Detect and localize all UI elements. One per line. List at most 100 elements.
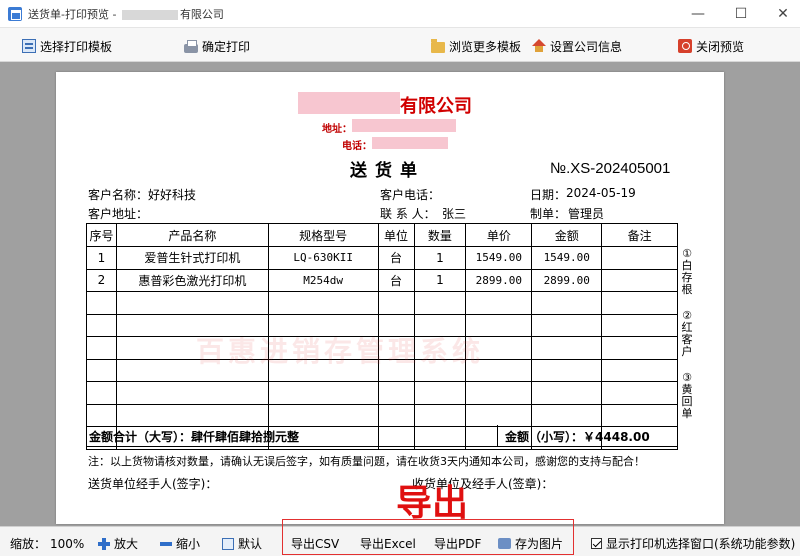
totals-row: 金额合计（大写）：肆仟肆佰肆拾捌元整 金额（小写）：￥4448.00: [86, 425, 678, 447]
phone-label: 电话：: [342, 141, 372, 152]
close-preview-label: 关闭预览: [696, 39, 745, 54]
document-number: №.XS-202405001: [550, 160, 671, 177]
confirm-print-button[interactable]: 确定打印: [184, 37, 250, 55]
show-printer-dialog-checkbox[interactable]: 显示打印机选择窗口(系统功能参数): [591, 535, 795, 552]
contact-label: 联 系 人：: [380, 207, 436, 221]
table-row-empty: [86, 381, 678, 405]
plus-icon: [98, 537, 110, 550]
customer-name: 好好科技: [148, 188, 197, 202]
total-upper: 金额合计（大写）：肆仟肆佰肆拾捌元整: [89, 428, 299, 445]
table-row: 2 惠普彩色激光打印机 M254dw 台 1 2899.00 2899.00: [86, 268, 678, 292]
table-cell: 1: [413, 246, 467, 270]
folder-icon: [431, 38, 445, 53]
window-title-prefix: 送货单-打印预览 -: [28, 8, 120, 21]
default-icon: [222, 537, 234, 550]
default-zoom-button[interactable]: 默认: [222, 535, 262, 552]
address-label: 地址：: [322, 124, 352, 135]
window-title: 送货单-打印预览 - 有限公司: [28, 6, 224, 22]
column-header: 备注: [601, 223, 678, 247]
printer-icon: [184, 39, 198, 53]
confirm-print-label: 确定打印: [202, 39, 251, 54]
divider: [497, 425, 498, 446]
date-label: 日期：: [530, 188, 567, 202]
copy-white-label: ①白存根: [681, 247, 693, 296]
sender-signature: 送货单位经手人(签字)：: [88, 477, 218, 491]
total-lower: 金额（小写）：￥4448.00: [505, 428, 650, 445]
column-header: 单位: [377, 223, 415, 247]
zoom-out-button[interactable]: 缩小: [160, 535, 200, 552]
table-cell: 1: [86, 246, 117, 270]
column-header: 产品名称: [115, 223, 269, 247]
table-cell: [601, 246, 678, 270]
close-preview-button[interactable]: 关闭预览: [678, 37, 744, 55]
table-header-row: 序号 产品名称 规格型号 单位 数量 单价 金额 备注: [86, 223, 678, 247]
copy-yellow-label: ③黄回单: [681, 371, 693, 420]
browse-templates-label: 浏览更多模板: [449, 39, 522, 54]
select-template-label: 选择打印模板: [40, 39, 113, 54]
customer-phone-label: 客户电话：: [380, 188, 441, 202]
checkbox-checked[interactable]: [591, 538, 602, 549]
customer-name-label: 客户名称：: [88, 188, 149, 202]
company-info-button[interactable]: 设置公司信息: [532, 37, 622, 55]
redacted-block: [121, 10, 178, 20]
total-upper-value: 肆仟肆佰肆拾捌元整: [191, 430, 300, 444]
date-value: 2024-05-19: [566, 186, 636, 200]
table-cell: 1549.00: [531, 246, 603, 270]
zoom-in-label: 放大: [114, 537, 139, 551]
table-cell: LQ-630KII: [267, 246, 379, 270]
export-highlight-box: [282, 519, 574, 555]
copy-red-label: ②红客户: [681, 309, 693, 358]
column-header: 单价: [465, 223, 533, 247]
home-icon: [532, 39, 546, 53]
table-cell: 惠普彩色激光打印机: [115, 268, 269, 292]
total-lower-value: ￥4448.00: [583, 430, 650, 444]
export-annotation: 导出: [396, 483, 469, 524]
power-icon: [678, 39, 692, 53]
default-label: 默认: [238, 537, 263, 551]
select-template-button[interactable]: 选择打印模板: [22, 37, 112, 55]
minimize-button[interactable]: —: [686, 4, 710, 24]
table-row-empty: [86, 403, 678, 427]
redacted-block: [352, 119, 456, 132]
table-cell: 1549.00: [465, 246, 533, 270]
table-row-empty: [86, 291, 678, 315]
zoom-value: 100%: [50, 536, 85, 551]
title-bar: 送货单-打印预览 - 有限公司 — ☐ ✕: [0, 0, 800, 28]
table-cell: M254dw: [267, 268, 379, 292]
table-cell: 台: [377, 246, 415, 270]
maximize-button[interactable]: ☐: [729, 4, 753, 24]
toolbar: 选择打印模板 确定打印 浏览更多模板 设置公司信息 关闭预览: [0, 28, 800, 62]
company-name: 有限公司: [400, 96, 472, 117]
zoom-in-button[interactable]: 放大: [98, 535, 138, 552]
customer-address-label: 客户地址：: [88, 207, 149, 221]
table-cell: 爱普生针式打印机: [115, 246, 269, 270]
column-header: 金额: [531, 223, 603, 247]
table-cell: 2899.00: [531, 268, 603, 292]
document-title: 送货单: [350, 161, 425, 181]
total-upper-label: 金额合计（大写）：: [89, 430, 192, 444]
zoom-out-label: 缩小: [176, 537, 201, 551]
column-header: 序号: [86, 223, 117, 247]
table-cell: 台: [377, 268, 415, 292]
footer-note: 注：以上货物请核对数量，请确认无误后签字，如有质量问题，请在收货3天内通知本公司…: [88, 455, 645, 468]
redacted-block: [372, 137, 448, 149]
total-lower-label: 金额（小写）：: [505, 430, 584, 444]
close-button[interactable]: ✕: [771, 4, 795, 24]
template-icon: [22, 39, 36, 53]
table-cell: [601, 268, 678, 292]
creator-label: 制单：: [530, 207, 567, 221]
watermark: 百惠进销存管理系统: [196, 335, 485, 368]
redacted-block: [298, 92, 400, 114]
company-info-label: 设置公司信息: [550, 39, 623, 54]
app-icon: [8, 7, 22, 21]
table-cell: 2899.00: [465, 268, 533, 292]
browse-templates-button[interactable]: 浏览更多模板: [431, 37, 521, 55]
column-header: 数量: [413, 223, 467, 247]
column-header: 规格型号: [267, 223, 379, 247]
zoom-label: 缩放：: [10, 537, 47, 551]
table-cell: 2: [86, 268, 117, 292]
window-title-suffix: 有限公司: [179, 8, 224, 21]
minus-icon: [160, 538, 172, 550]
table-cell: 1: [413, 268, 467, 292]
show-printer-dialog-label: 显示打印机选择窗口(系统功能参数): [606, 537, 796, 551]
